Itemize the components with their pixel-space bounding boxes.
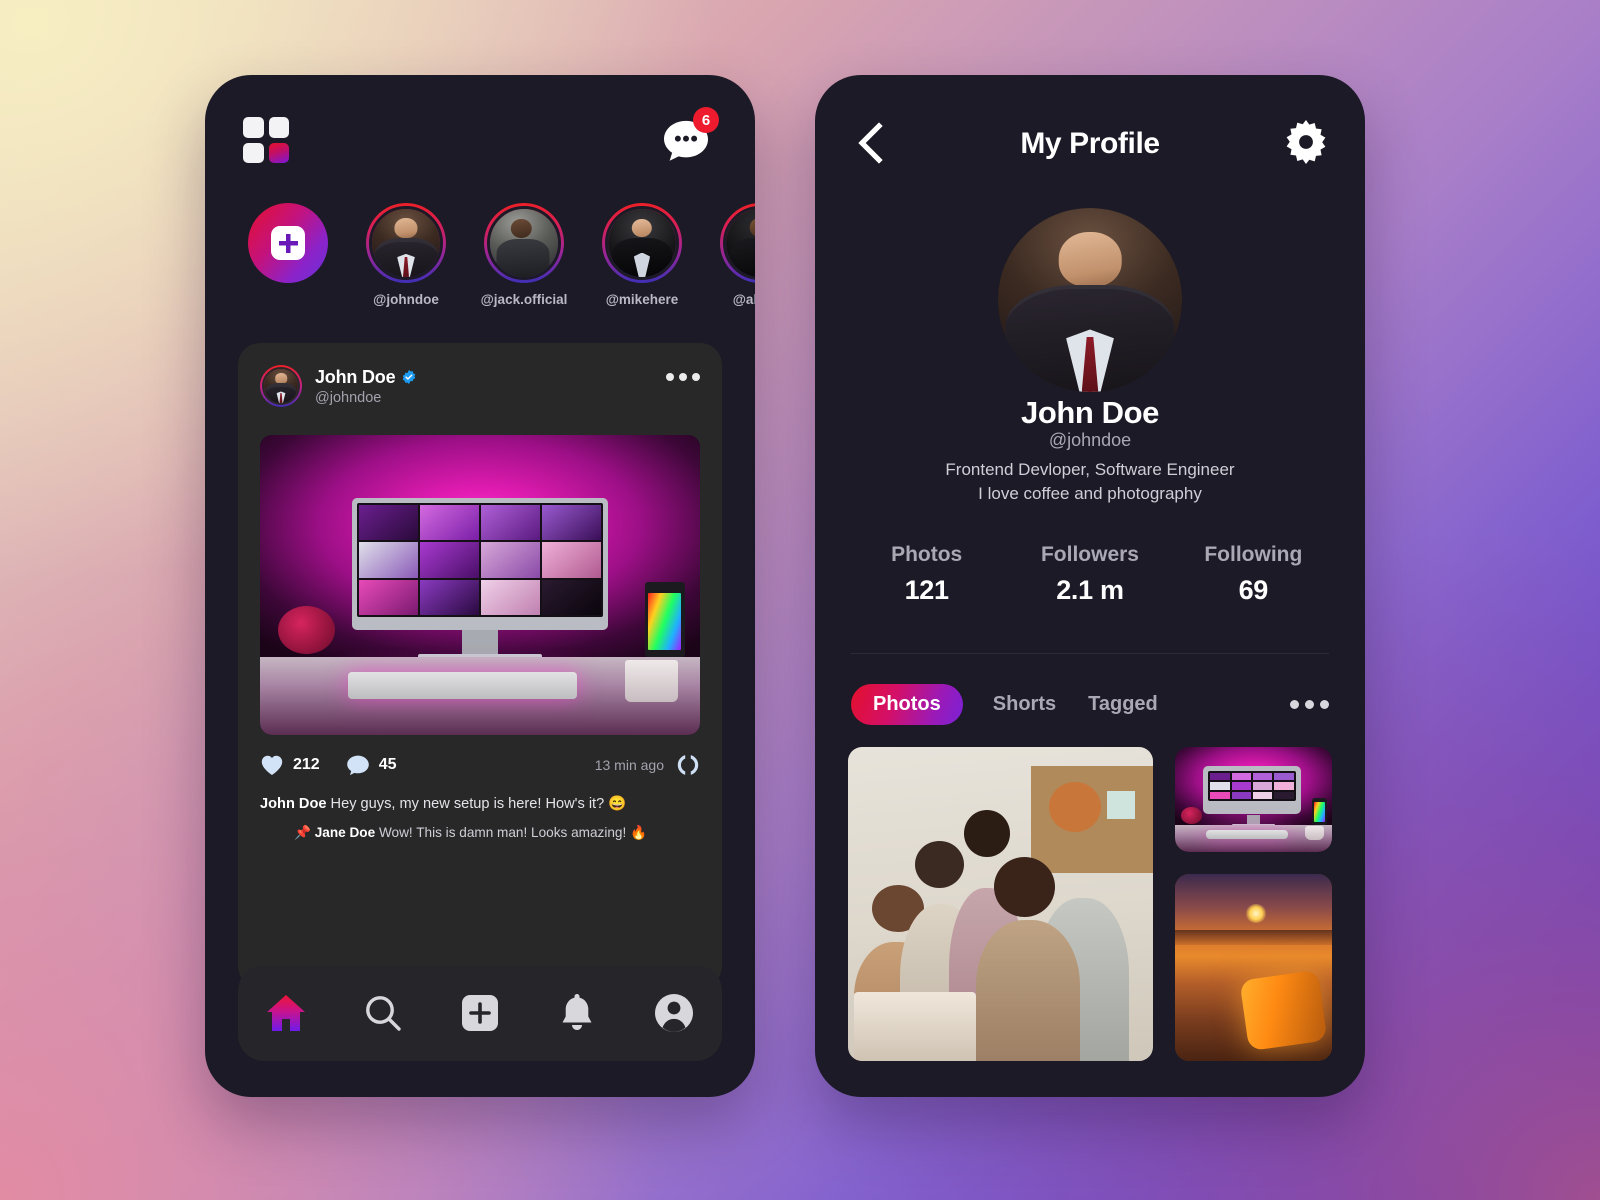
post-timestamp: 13 min ago bbox=[594, 757, 664, 773]
nav-home-button[interactable] bbox=[259, 986, 313, 1040]
story-ring bbox=[720, 203, 755, 283]
comment-bubble-icon bbox=[346, 755, 369, 776]
post-time-share: 13 min ago bbox=[595, 753, 700, 777]
search-icon bbox=[366, 996, 401, 1031]
profile-bio-line-2: I love coffee and photography bbox=[978, 483, 1202, 503]
pin-icon: 📌 bbox=[294, 825, 311, 840]
bottom-navigation-bar bbox=[238, 965, 722, 1061]
post-author-handle: @johndoe bbox=[315, 389, 382, 406]
comment-count: 45 bbox=[378, 756, 397, 773]
stat-value: 69 bbox=[1238, 575, 1269, 605]
grid-cell bbox=[268, 117, 289, 138]
section-divider bbox=[851, 653, 1329, 654]
story-ring bbox=[602, 203, 682, 283]
stat-following[interactable]: Following 69 bbox=[1172, 543, 1335, 606]
like-count: 212 bbox=[293, 756, 320, 773]
profile-name: John Doe bbox=[1020, 395, 1160, 430]
phone-profile-screen: My Profile John Doe @johndoe Frontend De… bbox=[815, 75, 1365, 1097]
nav-create-button[interactable] bbox=[453, 986, 507, 1040]
gallery-item-large[interactable] bbox=[848, 747, 1153, 1061]
story-ring bbox=[484, 203, 564, 283]
like-metric[interactable]: 212 bbox=[260, 754, 320, 776]
avatar-image bbox=[264, 369, 298, 403]
stories-row[interactable]: @johndoe @jack.official @mikehere @alex.… bbox=[205, 203, 755, 321]
post-metrics: 212 45 13 min ago bbox=[260, 753, 700, 777]
story-handle: @jack.official bbox=[480, 292, 568, 307]
plus-icon bbox=[271, 226, 305, 260]
tab-tagged[interactable]: Tagged bbox=[1086, 685, 1160, 724]
story-item[interactable]: @johndoe bbox=[356, 203, 456, 307]
stat-label: Followers bbox=[1040, 543, 1139, 566]
home-icon bbox=[267, 995, 306, 1031]
grid-apps-icon[interactable] bbox=[243, 117, 289, 163]
story-handle: @alex.ly bbox=[732, 292, 755, 307]
story-item[interactable]: @mikehere bbox=[592, 203, 692, 307]
grid-cell bbox=[243, 142, 264, 163]
feed-top-bar: 6 bbox=[205, 75, 755, 197]
post-card: John Doe @johndoe 212 45 13 min ago John… bbox=[238, 343, 722, 988]
gallery-item-small[interactable] bbox=[1175, 874, 1332, 1061]
add-story-gradient bbox=[248, 203, 328, 283]
story-item[interactable]: @alex.ly bbox=[710, 203, 755, 307]
grid-cell-accent bbox=[268, 142, 289, 163]
reply-author: Jane Doe bbox=[314, 825, 376, 840]
heart-icon bbox=[261, 755, 283, 775]
story-item[interactable]: @jack.official bbox=[474, 203, 574, 307]
avatar-image bbox=[726, 209, 755, 277]
post-author-name[interactable]: John Doe bbox=[315, 367, 396, 388]
caption-text: Hey guys, my new setup is here! How's it… bbox=[326, 796, 627, 812]
story-handle: @johndoe bbox=[373, 292, 439, 307]
reply-text: Wow! This is damn man! Looks amazing! 🔥 bbox=[375, 825, 647, 840]
stat-value: 121 bbox=[904, 575, 949, 605]
grid-cell bbox=[243, 117, 264, 138]
avatar-image bbox=[608, 209, 676, 277]
nav-notifications-button[interactable] bbox=[550, 986, 604, 1040]
profile-avatar[interactable] bbox=[998, 208, 1182, 392]
phone-feed-screen: 6 @johndoe @jack.official @mikehere @a J… bbox=[205, 75, 755, 1097]
photo-gallery bbox=[848, 747, 1332, 1061]
share-loop-icon[interactable] bbox=[676, 753, 700, 777]
post-caption: John Doe Hey guys, my new setup is here!… bbox=[260, 795, 700, 815]
avatar-image bbox=[490, 209, 558, 277]
tab-shorts[interactable]: Shorts bbox=[991, 685, 1058, 724]
more-horizontal-icon[interactable] bbox=[1290, 699, 1329, 709]
plus-square-icon bbox=[461, 995, 498, 1031]
bell-icon bbox=[562, 994, 592, 1030]
nav-search-button[interactable] bbox=[356, 986, 410, 1040]
profile-header: My Profile bbox=[815, 75, 1365, 205]
post-author-avatar[interactable] bbox=[260, 365, 302, 407]
messages-badge: 6 bbox=[693, 107, 719, 133]
post-header: John Doe @johndoe bbox=[238, 343, 722, 407]
verified-badge-icon bbox=[403, 370, 416, 384]
profile-bio: Frontend Devloper, Software Engineer I l… bbox=[815, 458, 1365, 506]
profile-handle: @johndoe bbox=[1048, 430, 1132, 450]
more-horizontal-icon[interactable] bbox=[666, 373, 700, 381]
story-handle: @mikehere bbox=[605, 292, 679, 307]
profile-bio-line-1: Frontend Devloper, Software Engineer bbox=[945, 460, 1235, 479]
nav-profile-button[interactable] bbox=[647, 986, 701, 1040]
gallery-item-small[interactable] bbox=[1175, 747, 1332, 852]
caption-author: John Doe bbox=[260, 796, 327, 812]
wallpaper-background: 6 @johndoe @jack.official @mikehere @a J… bbox=[0, 0, 1600, 1200]
add-story-button[interactable] bbox=[238, 203, 338, 283]
story-ring bbox=[366, 203, 446, 283]
user-circle-icon bbox=[654, 994, 693, 1032]
stat-label: Following bbox=[1204, 543, 1303, 566]
post-image[interactable] bbox=[260, 435, 700, 735]
post-reply: 📌 Jane Doe Wow! This is damn man! Looks … bbox=[294, 824, 700, 842]
avatar-image bbox=[372, 209, 440, 277]
comment-metric[interactable]: 45 bbox=[346, 754, 397, 776]
tab-photos[interactable]: Photos bbox=[851, 683, 963, 725]
stat-value: 2.1 m bbox=[1056, 575, 1124, 605]
stat-label: Photos bbox=[891, 543, 963, 566]
profile-stats: Photos 121 Followers 2.1 m Following 69 bbox=[845, 543, 1335, 606]
messages-button[interactable]: 6 bbox=[659, 107, 719, 169]
stat-photos[interactable]: Photos 121 bbox=[845, 543, 1008, 606]
gear-icon[interactable] bbox=[1283, 119, 1329, 165]
profile-tabs: Photos Shorts Tagged bbox=[851, 680, 1329, 728]
stat-followers[interactable]: Followers 2.1 m bbox=[1008, 543, 1171, 606]
